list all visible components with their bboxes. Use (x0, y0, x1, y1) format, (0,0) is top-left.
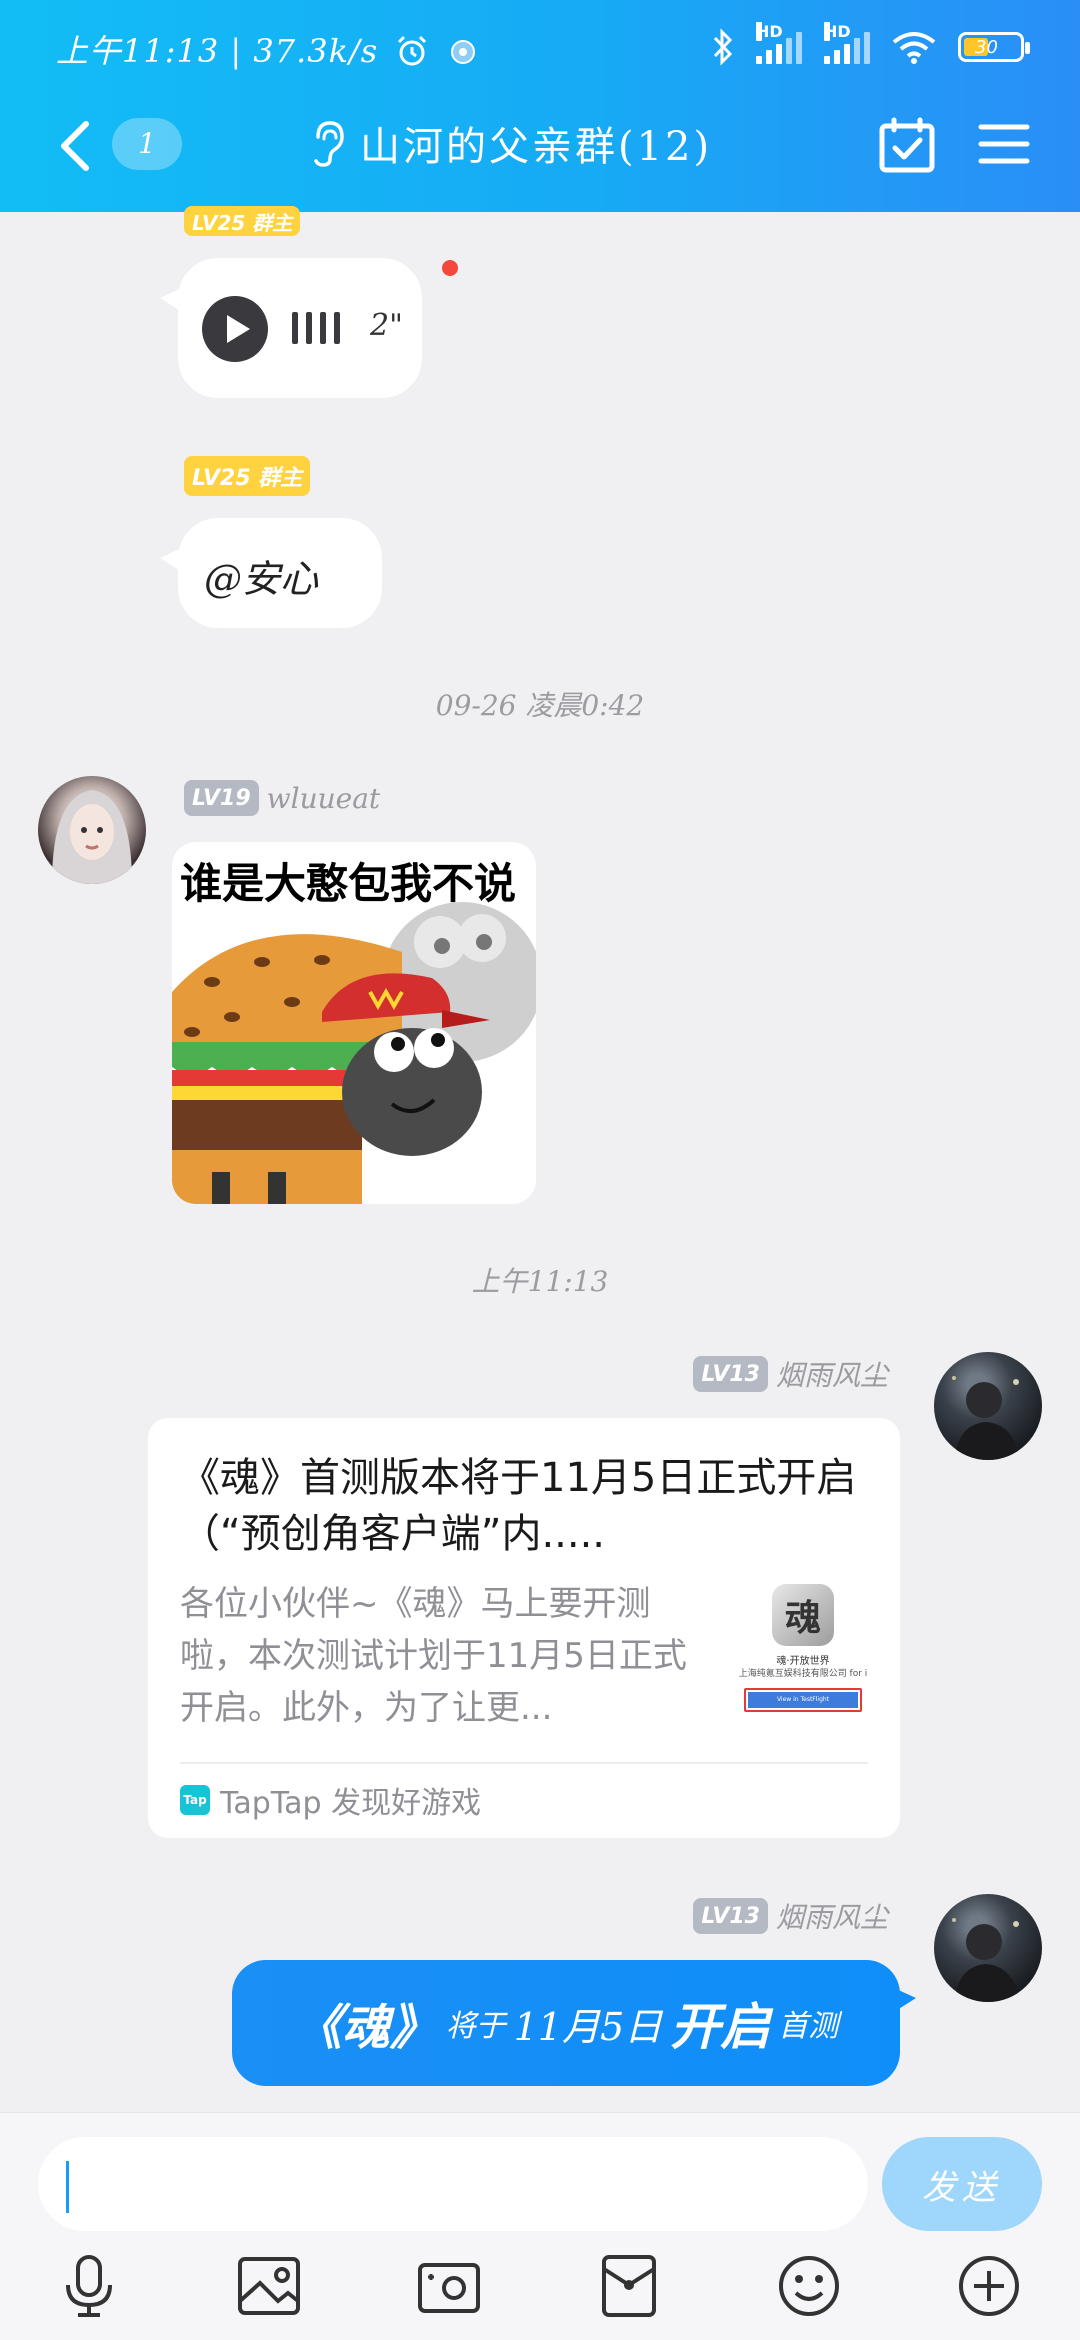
text-part-4: 开启 (670, 1997, 771, 2056)
avatar[interactable] (934, 1352, 1042, 1460)
status-left: 上午11:13 | 37.3k/s (56, 26, 477, 72)
level-badge: LV13 (693, 1356, 768, 1392)
sender-row: LV13 烟雨风尘 (693, 1896, 888, 1936)
thumb-company: 上海纯氪互娱科技有限公司 for i (738, 1669, 868, 1679)
voice-wave-icon (292, 312, 340, 344)
signal-icon: HD (756, 22, 802, 64)
message-input[interactable] (38, 2137, 868, 2231)
status-time: 上午11:13 (56, 32, 220, 70)
share-card[interactable]: 《魂》首测版本将于11月5日正式开启（“预创角客户端”内..... 各位小伙伴~… (148, 1418, 900, 1838)
chat-title: 山河的父亲群(12) (360, 124, 713, 170)
input-area: 发送 (0, 2112, 1080, 2340)
chat-title-group[interactable]: 山河的父亲群(12) (310, 114, 712, 172)
unread-dot (442, 260, 458, 276)
sender-row: LV19 wluueat (184, 780, 380, 816)
avatar[interactable] (934, 1894, 1042, 2002)
chat-header: 上午11:13 | 37.3k/s HD HD 30 1 山河的父亲群(12) (0, 0, 1080, 212)
taptap-logo-icon: Tap (180, 1785, 210, 1815)
microphone-icon[interactable] (54, 2251, 124, 2321)
camera-icon[interactable] (414, 2251, 484, 2321)
emoji-icon[interactable] (774, 2251, 844, 2321)
testflight-button: View in TestFlight (744, 1688, 862, 1712)
play-icon[interactable] (202, 296, 268, 362)
card-divider (180, 1762, 868, 1764)
menu-icon[interactable] (978, 122, 1030, 166)
voice-duration: 2" (370, 308, 403, 343)
time-divider: 上午11:13 (471, 1265, 609, 1298)
own-message-bubble[interactable]: 《魂》 将于 11月5日 开启 首测 (232, 1960, 916, 2086)
game-app-icon: 魂 (772, 1584, 834, 1646)
text-part-1: 《魂》 (293, 2000, 438, 2056)
sender-row: LV13 烟雨风尘 (693, 1354, 888, 1394)
card-description: 各位小伙伴~《魂》马上要开测啦，本次测试计划于11月5日正式开启。此外，为了让更… (180, 1584, 687, 1728)
text-part-3: 11月5日 (513, 2004, 663, 2049)
sticker-image[interactable]: 谁是大憨包我不说 (172, 842, 536, 1204)
time-divider: 09-26 凌晨0:42 (435, 689, 645, 722)
plus-icon[interactable] (954, 2251, 1024, 2321)
ear-icon (314, 121, 344, 167)
voice-bubble[interactable]: 2" (160, 258, 422, 398)
thumb-title: 魂·开放世界 (776, 1656, 830, 1667)
wifi-icon (892, 32, 936, 64)
text-part-2: 将于 (445, 2009, 506, 2044)
network-speed: 37.3k/s (253, 32, 379, 70)
send-button[interactable]: 发送 (882, 2137, 1042, 2231)
source-label: TapTap 发现好游戏 (220, 1786, 482, 1821)
unread-badge[interactable]: 1 (112, 118, 182, 170)
battery-icon: 30 (958, 32, 1030, 62)
status-right: HD HD 30 (712, 22, 1030, 66)
nav-bar: 1 山河的父亲群(12) (0, 96, 1080, 196)
card-title: 《魂》首测版本将于11月5日正式开启（“预创角客户端”内..... (180, 1455, 857, 1557)
status-bar: 上午11:13 | 37.3k/s HD HD 30 (0, 20, 1080, 76)
red-packet-icon[interactable] (594, 2251, 664, 2321)
avatar[interactable] (38, 776, 146, 884)
signal-icon-2: HD (824, 22, 870, 64)
calendar-check-icon[interactable] (878, 116, 936, 174)
text-bubble[interactable]: @安心 (160, 518, 382, 628)
level-badge: LV25 群主 (184, 206, 301, 236)
sender-name: wluueat (266, 781, 381, 815)
card-thumbnail: 魂 魂·开放世界 上海纯氪互娱科技有限公司 for i View in Test… (734, 1584, 872, 1728)
app-notification-icon (450, 40, 475, 64)
back-button[interactable] (52, 118, 102, 174)
card-source: Tap TapTap 发现好游戏 (180, 1778, 481, 1822)
text-part-5: 首测 (778, 2009, 839, 2044)
level-badge: LV13 (693, 1898, 768, 1934)
text-caret (66, 2161, 69, 2213)
image-icon[interactable] (234, 2251, 304, 2321)
message-text-content: @安心 (204, 557, 319, 601)
alarm-icon (398, 35, 427, 66)
level-badge: LV19 (184, 780, 259, 816)
sender-name: 烟雨风尘 (775, 1359, 888, 1392)
level-badge: LV25 群主 (184, 456, 311, 496)
bluetooth-icon (713, 28, 733, 66)
sender-name: 烟雨风尘 (775, 1901, 888, 1934)
input-toolbar (0, 2251, 1080, 2335)
